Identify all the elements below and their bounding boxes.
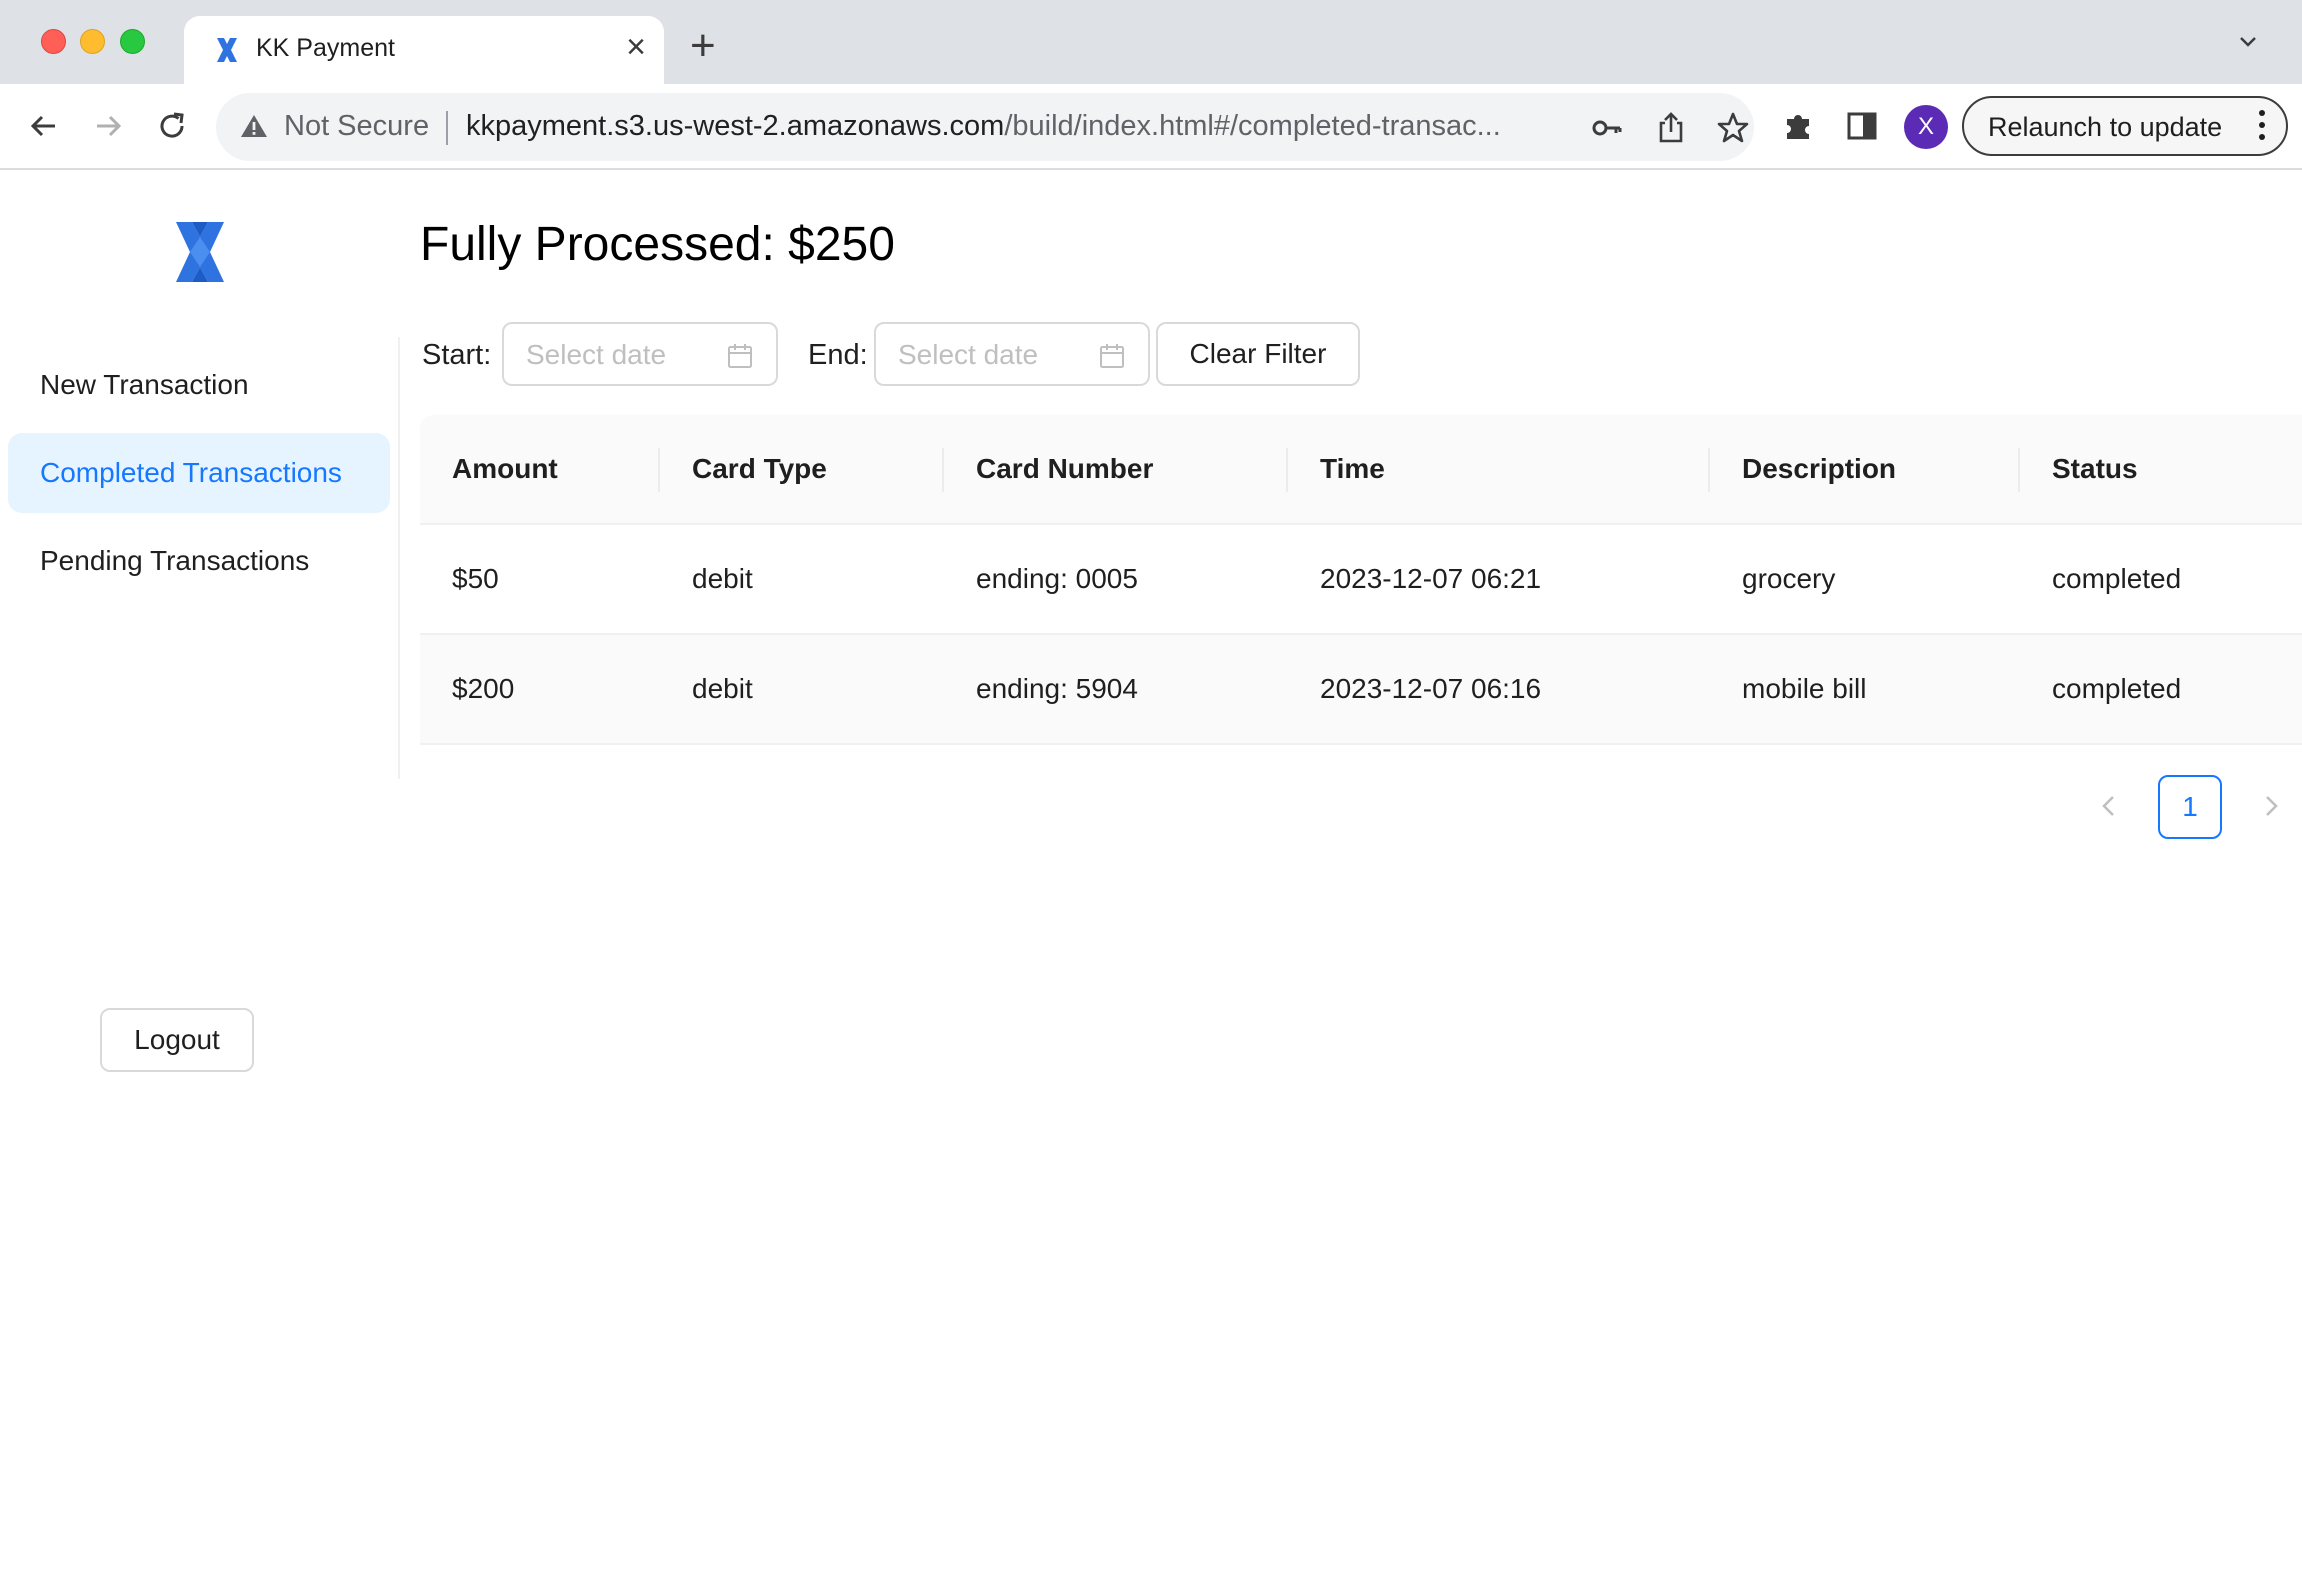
arrow-left-icon bbox=[30, 115, 55, 137]
end-date-picker[interactable]: Select date bbox=[874, 322, 1150, 386]
cell-card-type: debit bbox=[692, 673, 753, 704]
address-divider bbox=[446, 111, 448, 145]
chevron-right-icon[interactable] bbox=[2256, 791, 2286, 821]
main-content: Fully Processed: $250 Start: Select date… bbox=[420, 171, 2302, 1576]
extensions-button[interactable] bbox=[1776, 104, 1820, 148]
column-header-amount[interactable]: Amount bbox=[452, 415, 558, 523]
address-bar[interactable]: Not Secure kkpayment.s3.us-west-2.amazon… bbox=[216, 93, 1754, 161]
pagination-page-current[interactable]: 1 bbox=[2158, 775, 2222, 839]
key-icon[interactable] bbox=[1590, 111, 1624, 145]
table-row[interactable]: $200 debit ending: 5904 2023-12-07 06:16… bbox=[420, 635, 2302, 745]
share-icon[interactable] bbox=[1654, 111, 1688, 145]
column-separator bbox=[1286, 448, 1288, 492]
column-header-card-number[interactable]: Card Number bbox=[976, 415, 1153, 523]
start-date-picker[interactable]: Select date bbox=[502, 322, 778, 386]
start-date-placeholder: Select date bbox=[526, 339, 667, 370]
chevron-left-icon[interactable] bbox=[2094, 791, 2124, 821]
table-row[interactable]: $50 debit ending: 0005 2023-12-07 06:21 … bbox=[420, 525, 2302, 635]
browser-toolbar: Not Secure kkpayment.s3.us-west-2.amazon… bbox=[0, 84, 2302, 170]
url-path: /build/index.html#/completed-transac... bbox=[1004, 110, 1501, 142]
cell-status: completed bbox=[2052, 673, 2182, 704]
cell-amount: $50 bbox=[452, 563, 499, 594]
cell-status: completed bbox=[2052, 563, 2182, 594]
window-close-button[interactable] bbox=[41, 29, 66, 54]
column-separator bbox=[942, 448, 944, 492]
relaunch-label: Relaunch to update bbox=[1988, 112, 2223, 142]
cell-card-number: ending: 0005 bbox=[976, 563, 1138, 594]
side-panel-button[interactable] bbox=[1840, 104, 1884, 148]
reload-button[interactable] bbox=[150, 104, 194, 148]
column-header-card-type[interactable]: Card Type bbox=[692, 415, 827, 523]
cell-time: 2023-12-07 06:21 bbox=[1320, 563, 1542, 594]
tab-search-chevron-icon[interactable] bbox=[2236, 30, 2260, 54]
back-button[interactable] bbox=[22, 104, 66, 148]
column-header-time[interactable]: Time bbox=[1320, 415, 1385, 523]
cell-amount: $200 bbox=[452, 673, 515, 704]
security-status[interactable]: Not Secure bbox=[284, 110, 429, 143]
forward-button[interactable] bbox=[86, 104, 130, 148]
pagination: 1 bbox=[420, 775, 2302, 841]
column-header-description[interactable]: Description bbox=[1742, 415, 1896, 523]
column-separator bbox=[658, 448, 660, 492]
more-menu-icon[interactable] bbox=[2258, 110, 2266, 144]
browser-tab-active[interactable]: KK Payment × bbox=[184, 16, 664, 84]
x-logo-icon bbox=[176, 222, 224, 282]
tab-title: KK Payment bbox=[256, 34, 395, 62]
column-separator bbox=[1708, 448, 1710, 492]
url-host: kkpayment.s3.us-west-2.amazonaws.com bbox=[466, 110, 1005, 142]
calendar-icon bbox=[728, 344, 752, 368]
logout-button[interactable]: Logout bbox=[100, 1008, 254, 1072]
transactions-table: Amount Card Type Card Number Time Descri… bbox=[420, 415, 2302, 745]
window-minimize-button[interactable] bbox=[80, 29, 105, 54]
app-root: New Transaction Completed Transactions P… bbox=[0, 171, 2302, 1576]
tab-close-icon[interactable]: × bbox=[626, 30, 646, 64]
start-date-label: Start: bbox=[422, 339, 492, 371]
side-panel-icon bbox=[1847, 112, 1877, 140]
puzzle-icon bbox=[1787, 115, 1809, 139]
calendar-icon bbox=[1100, 344, 1124, 368]
cell-description: mobile bill bbox=[1742, 673, 1867, 704]
reload-icon bbox=[160, 112, 184, 138]
bookmark-star-icon[interactable] bbox=[1716, 111, 1750, 145]
cell-time: 2023-12-07 06:16 bbox=[1320, 673, 1542, 704]
clear-filter-button[interactable]: Clear Filter bbox=[1156, 322, 1360, 386]
sidebar-item-pending-transactions[interactable]: Pending Transactions bbox=[8, 521, 390, 601]
sidebar: New Transaction Completed Transactions P… bbox=[0, 171, 400, 1576]
sidebar-item-new-transaction[interactable]: New Transaction bbox=[8, 345, 390, 425]
sidebar-item-completed-transactions[interactable]: Completed Transactions bbox=[8, 433, 390, 513]
column-separator bbox=[2018, 448, 2020, 492]
url-text[interactable]: kkpayment.s3.us-west-2.amazonaws.com/bui… bbox=[466, 110, 1766, 143]
cell-card-type: debit bbox=[692, 563, 753, 594]
cell-description: grocery bbox=[1742, 563, 1836, 594]
end-date-placeholder: Select date bbox=[898, 339, 1039, 370]
profile-avatar[interactable]: X bbox=[1904, 105, 1948, 149]
favicon-x-logo-icon bbox=[217, 38, 237, 62]
table-header: Amount Card Type Card Number Time Descri… bbox=[420, 415, 2302, 525]
page-title: Fully Processed: $250 bbox=[420, 218, 895, 271]
relaunch-button[interactable]: Relaunch to update bbox=[1962, 96, 2288, 156]
cell-card-number: ending: 5904 bbox=[976, 673, 1138, 704]
browser-tab-strip: KK Payment × + bbox=[0, 0, 2302, 84]
column-header-status[interactable]: Status bbox=[2052, 415, 2138, 523]
new-tab-button[interactable]: + bbox=[690, 24, 716, 68]
warning-triangle-icon[interactable] bbox=[240, 113, 268, 139]
end-date-label: End: bbox=[808, 339, 868, 371]
arrow-right-icon bbox=[97, 115, 122, 137]
sidebar-divider bbox=[398, 337, 400, 779]
window-zoom-button[interactable] bbox=[120, 29, 145, 54]
